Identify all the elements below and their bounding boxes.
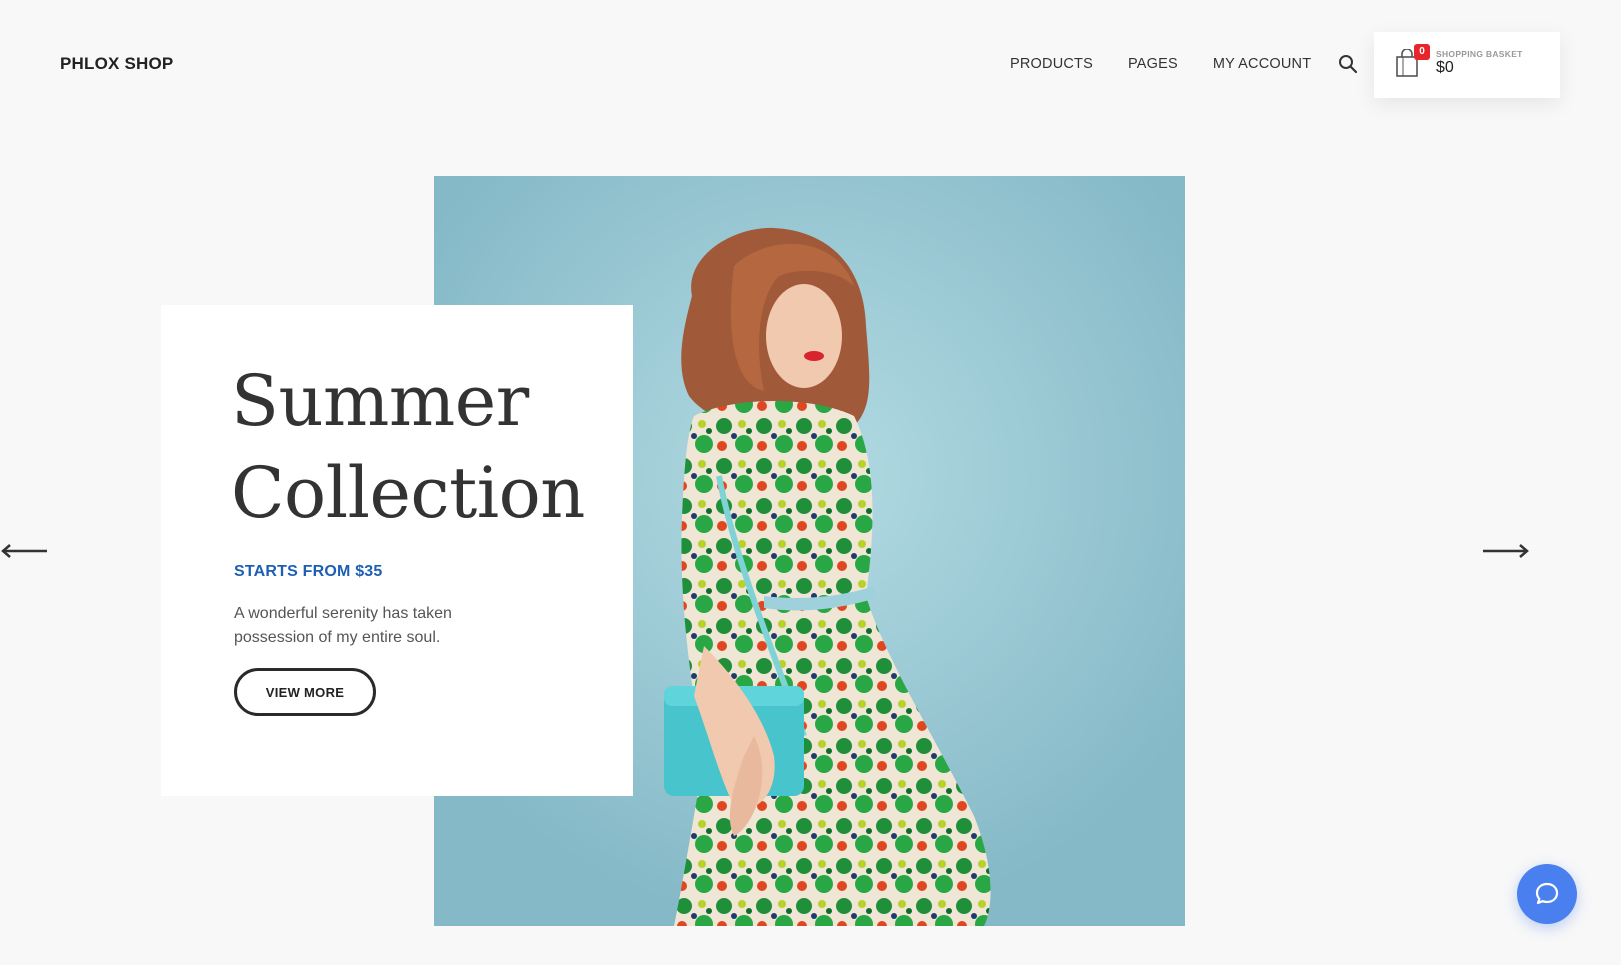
- nav-item-my-account[interactable]: MY ACCOUNT: [1213, 56, 1311, 72]
- hero-title: Summer Collection: [231, 355, 585, 539]
- cart-total: $0: [1436, 59, 1454, 76]
- hero-title-line1: Summer: [231, 360, 529, 442]
- search-icon[interactable]: [1338, 54, 1358, 74]
- chat-bubble-icon: [1535, 882, 1559, 905]
- chat-button[interactable]: [1517, 864, 1577, 924]
- hero-text-card: Summer Collection STARTS FROM $35 A wond…: [161, 305, 633, 796]
- shopping-basket-button[interactable]: 0 SHOPPING BASKET $0: [1374, 32, 1560, 98]
- nav-item-pages[interactable]: PAGES: [1128, 56, 1178, 72]
- arrow-left-icon[interactable]: [0, 541, 50, 561]
- price-tagline: STARTS FROM $35: [234, 563, 383, 580]
- cart-count-badge: 0: [1414, 44, 1430, 60]
- view-more-button[interactable]: VIEW MORE: [234, 668, 376, 716]
- hero-description: A wonderful serenity has taken possessio…: [234, 605, 452, 646]
- main-nav: PRODUCTS PAGES MY ACCOUNT: [1010, 56, 1311, 72]
- page: PHLOX SHOP PRODUCTS PAGES MY ACCOUNT 0 S…: [0, 0, 1621, 965]
- hero-title-line2: Collection: [231, 452, 585, 534]
- site-logo[interactable]: PHLOX SHOP: [60, 54, 173, 74]
- nav-item-products[interactable]: PRODUCTS: [1010, 56, 1093, 72]
- cart-label: SHOPPING BASKET: [1436, 49, 1523, 59]
- arrow-right-icon[interactable]: [1480, 541, 1530, 561]
